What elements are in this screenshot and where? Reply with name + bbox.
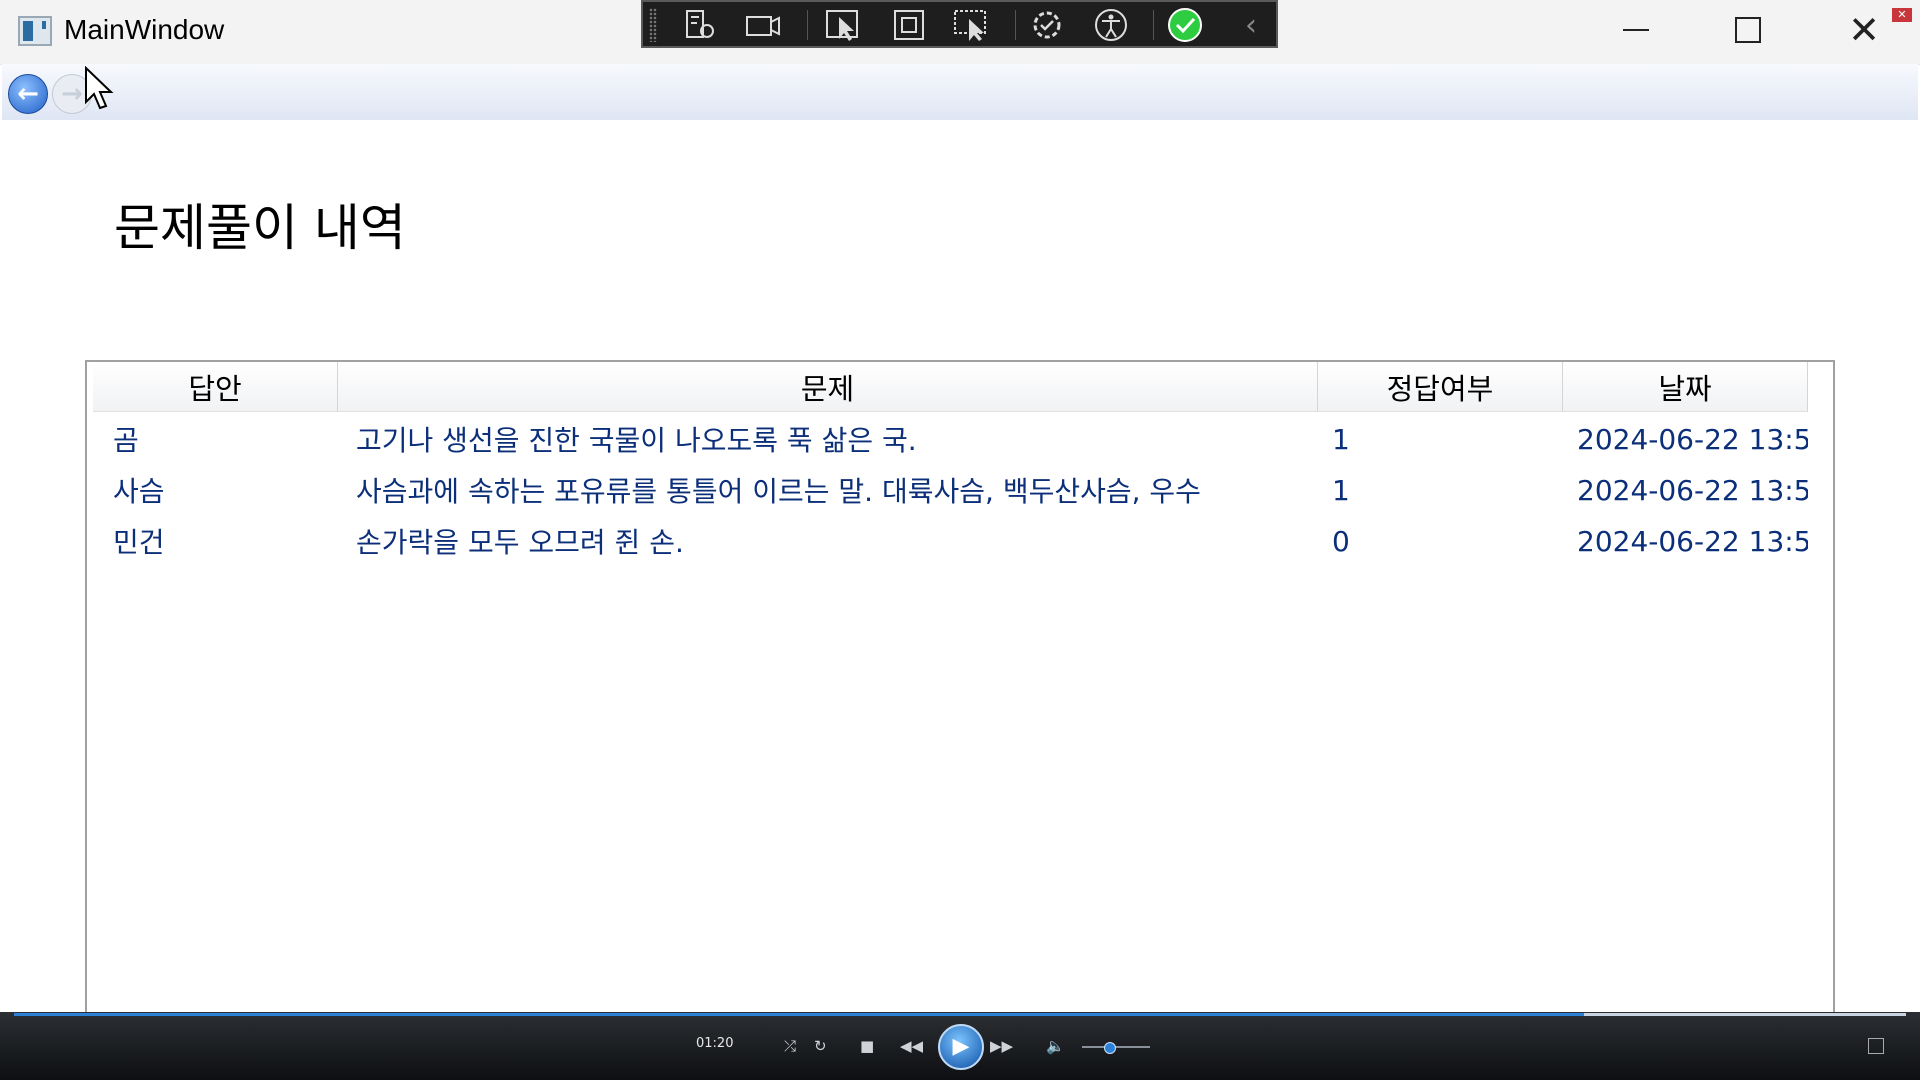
accessibility-icon[interactable] [1089, 6, 1133, 44]
back-arrow-icon: ← [17, 79, 39, 109]
play-icon: ▶ [952, 1034, 970, 1059]
check-icon[interactable] [1163, 6, 1207, 44]
volume-knob[interactable] [1104, 1042, 1116, 1054]
rewind-icon[interactable]: ◀◀ [900, 1036, 923, 1056]
debug-toolbar: ‹ [641, 0, 1278, 48]
back-button[interactable]: ← [8, 74, 48, 114]
switch-to-library-icon[interactable] [1868, 1038, 1884, 1054]
cell-correct: 1 [1332, 473, 1350, 507]
cell-date: 2024-06-22 13:5 [1577, 422, 1808, 456]
table-row[interactable]: 민건 손가락을 모두 오므려 쥔 손. 0 2024-06-22 13:5 [93, 516, 1808, 566]
table-row[interactable]: 사슴 사슴과에 속하는 포유류를 통틀어 이르는 말. 대륙사슴, 백두산사슴,… [93, 465, 1808, 515]
shuffle-icon[interactable]: ⤮ [784, 1036, 796, 1056]
play-button[interactable]: ▶ [938, 1024, 984, 1070]
hot-reload-icon[interactable] [1025, 6, 1069, 44]
fast-forward-icon[interactable]: ▶▶ [990, 1036, 1013, 1056]
grid-header: 답안 문제 정답여부 날짜 [93, 362, 1808, 412]
camera-icon[interactable] [741, 6, 785, 44]
live-visual-tree-icon[interactable] [679, 6, 723, 44]
display-layout-adorners-icon[interactable] [887, 6, 931, 44]
collapse-chevron-icon[interactable]: ‹ [1229, 6, 1273, 44]
column-header-correct[interactable]: 정답여부 [1318, 362, 1563, 412]
volume-icon[interactable]: 🔈 [1046, 1036, 1065, 1056]
minimize-button[interactable] [1596, 0, 1676, 60]
cell-answer: 민건 [113, 526, 165, 559]
cell-date: 2024-06-22 13:5 [1577, 524, 1808, 558]
toolbar-separator [1015, 10, 1016, 40]
cell-answer: 곰 [113, 424, 139, 457]
corner-close-icon[interactable]: ✕ [1892, 8, 1912, 22]
window-title: MainWindow [64, 14, 225, 45]
maximize-icon [1735, 17, 1761, 43]
select-element-icon[interactable] [821, 6, 865, 44]
cell-question: 손가락을 모두 오므려 쥔 손. [356, 526, 684, 559]
page-title: 문제풀이 내역 [114, 199, 406, 257]
playback-time: 01:20 [696, 1036, 734, 1051]
toolbar-separator [1153, 10, 1154, 40]
repeat-icon[interactable]: ↻ [814, 1036, 827, 1056]
close-icon: ✕ [1848, 8, 1880, 52]
column-header-question[interactable]: 문제 [338, 362, 1318, 412]
toolbar-grip[interactable] [649, 8, 657, 42]
table-row[interactable]: 곰 고기나 생선을 진한 국물이 나오도록 푹 삶은 국. 1 2024-06-… [93, 414, 1808, 464]
seek-progress[interactable] [14, 1013, 1584, 1016]
minimize-icon [1623, 29, 1649, 31]
cell-answer: 사슴 [113, 475, 165, 508]
history-data-grid[interactable]: 답안 문제 정답여부 날짜 곰 고기나 생선을 진한 국물이 나오도록 푹 삶은… [85, 360, 1835, 1060]
volume-slider[interactable] [1082, 1046, 1150, 1048]
navigation-bar: ← → [2, 64, 1918, 120]
cell-question: 고기나 생선을 진한 국물이 나오도록 푹 삶은 국. [356, 424, 917, 457]
column-header-date[interactable]: 날짜 [1563, 362, 1808, 412]
cell-correct: 0 [1332, 524, 1350, 558]
track-focus-icon[interactable] [949, 6, 993, 44]
maximize-button[interactable] [1708, 0, 1788, 60]
cell-correct: 1 [1332, 422, 1350, 456]
column-header-answer[interactable]: 답안 [93, 362, 338, 412]
stop-icon[interactable]: ■ [860, 1036, 874, 1056]
app-icon [18, 16, 52, 46]
mouse-cursor-icon [85, 66, 114, 110]
cell-question: 사슴과에 속하는 포유류를 통틀어 이르는 말. 대륙사슴, 백두산사슴, 우수 [356, 475, 1201, 508]
toolbar-separator [807, 10, 808, 40]
cell-date: 2024-06-22 13:5 [1577, 473, 1808, 507]
